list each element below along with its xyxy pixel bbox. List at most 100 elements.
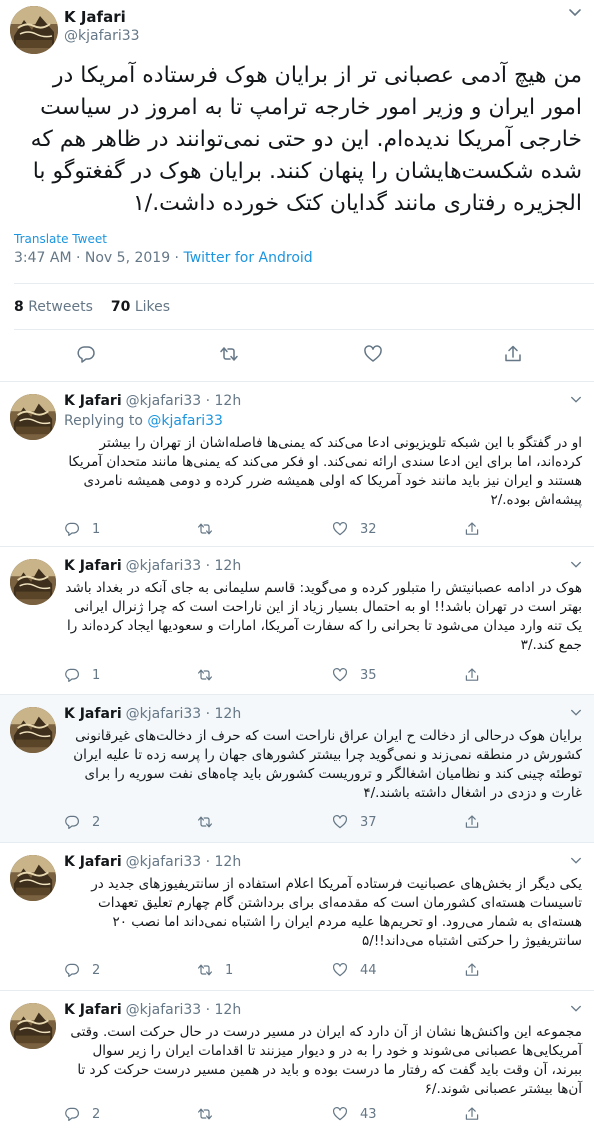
like-button[interactable]: 43	[332, 1104, 377, 1124]
share-button[interactable]	[464, 812, 492, 832]
replying-to: Replying to @kjafari33	[64, 413, 223, 429]
share-button[interactable]	[464, 1104, 492, 1124]
reply-icon	[64, 814, 80, 830]
reply-header: K Jafari @kjafari33 · 12h	[64, 558, 241, 574]
divider	[14, 329, 594, 330]
retweet-button[interactable]	[197, 665, 225, 685]
reply-header: K Jafari @kjafari33 · 12h	[64, 393, 241, 409]
avatar[interactable]	[10, 855, 56, 901]
like-button[interactable]: 35	[332, 665, 377, 685]
share-icon	[464, 962, 480, 978]
reply-tweet[interactable]: K Jafari @kjafari33 · 12h Replying to @kj…	[0, 381, 594, 546]
reply-text: او در گفتگو با این شبکه تلویزیونی ادعا م…	[68, 435, 582, 508]
reply-actions: 1 32	[64, 519, 564, 539]
chevron-down-icon[interactable]	[568, 6, 582, 20]
author-handle[interactable]: @kjafari33 · 12h	[126, 706, 242, 722]
avatar[interactable]	[10, 559, 56, 605]
like-icon	[332, 521, 348, 537]
chevron-down-icon[interactable]	[570, 707, 582, 719]
translate-tweet-link[interactable]: Translate Tweet	[14, 232, 107, 246]
share-icon	[464, 521, 480, 537]
reply-text: برایان هوک درحالی از دخالت ح ایران عراق …	[73, 728, 582, 801]
retweet-button[interactable]: 1	[197, 960, 233, 980]
reply-actions: 2 1 44	[64, 960, 564, 980]
author-name[interactable]: K Jafari	[64, 393, 122, 409]
reply-header: K Jafari @kjafari33 · 12h	[64, 706, 241, 722]
like-icon[interactable]	[363, 344, 383, 364]
reply-tweet[interactable]: K Jafari @kjafari33 · 12h برایان هوک درحا…	[0, 694, 594, 842]
author-name[interactable]: K Jafari	[64, 706, 122, 722]
reply-tweet[interactable]: K Jafari @kjafari33 · 12h یکی دیگر از بخش…	[0, 842, 594, 990]
reply-text: یکی دیگر از بخش‌های عصبانیت فرستاده آمری…	[91, 876, 582, 949]
like-button[interactable]: 37	[332, 812, 377, 832]
like-count: 35	[360, 667, 377, 683]
retweet-icon[interactable]	[219, 344, 239, 364]
author-handle[interactable]: @kjafari33 · 12h	[126, 854, 242, 870]
retweet-icon	[197, 667, 213, 683]
like-button[interactable]: 32	[332, 519, 377, 539]
reply-count: 2	[92, 962, 101, 978]
retweet-icon	[197, 1106, 213, 1122]
author-handle[interactable]: @kjafari33 · 12h	[126, 1002, 242, 1018]
share-icon	[464, 814, 480, 830]
reply-header: K Jafari @kjafari33 · 12h	[64, 1002, 241, 1018]
share-button[interactable]	[464, 665, 492, 685]
reply-actions: 2 37	[64, 812, 564, 832]
share-icon	[464, 1106, 480, 1122]
reply-button[interactable]: 1	[64, 519, 100, 539]
share-icon[interactable]	[503, 344, 523, 364]
reply-count: 2	[92, 1106, 101, 1122]
reply-tweet[interactable]: K Jafari @kjafari33 · 12h مجموعه این واکن…	[0, 990, 594, 1134]
chevron-down-icon[interactable]	[570, 394, 582, 406]
reply-header: K Jafari @kjafari33 · 12h	[64, 854, 241, 870]
retweet-button[interactable]	[197, 1104, 225, 1124]
tweet-text: من هیچ آدمی عصبانی تر از برایان هوک فرست…	[30, 63, 582, 216]
tweet-timestamp[interactable]: 3:47 AM · Nov 5, 2019 ·	[14, 250, 183, 266]
tweet-meta: 3:47 AM · Nov 5, 2019 · Twitter for Andr…	[14, 250, 313, 266]
reply-actions: 1 35	[64, 665, 564, 685]
reply-button[interactable]: 2	[64, 1104, 100, 1124]
author-name[interactable]: K Jafari	[64, 558, 122, 574]
avatar[interactable]	[10, 707, 56, 753]
avatar[interactable]	[10, 6, 58, 54]
replying-to-link[interactable]: @kjafari33	[147, 413, 223, 429]
divider	[14, 283, 594, 284]
retweet-icon	[197, 521, 213, 537]
retweet-count: 1	[225, 962, 234, 978]
tweet-source-link[interactable]: Twitter for Android	[183, 250, 312, 266]
reply-icon	[64, 521, 80, 537]
author-name[interactable]: K Jafari	[64, 8, 126, 26]
like-icon	[332, 667, 348, 683]
reply-text: هوک در ادامه عصبانیتش را متبلور کرده و م…	[65, 580, 582, 653]
retweet-button[interactable]	[197, 812, 225, 832]
like-count: 44	[360, 962, 377, 978]
retweet-icon	[197, 962, 213, 978]
reply-button[interactable]: 2	[64, 960, 100, 980]
chevron-down-icon[interactable]	[570, 855, 582, 867]
avatar[interactable]	[10, 1003, 56, 1049]
reply-icon	[64, 962, 80, 978]
author-name[interactable]: K Jafari	[64, 1002, 122, 1018]
retweets-stat[interactable]: 8 Retweets	[14, 299, 93, 315]
like-icon	[332, 814, 348, 830]
share-button[interactable]	[464, 519, 492, 539]
reply-button[interactable]: 1	[64, 665, 100, 685]
author-handle[interactable]: @kjafari33 · 12h	[126, 558, 242, 574]
retweet-button[interactable]	[197, 519, 225, 539]
author-handle[interactable]: @kjafari33	[64, 28, 140, 44]
author-name[interactable]: K Jafari	[64, 854, 122, 870]
reply-icon[interactable]	[76, 344, 96, 364]
chevron-down-icon[interactable]	[570, 559, 582, 571]
share-button[interactable]	[464, 960, 492, 980]
likes-stat[interactable]: 70 Likes	[111, 299, 170, 315]
like-count: 37	[360, 814, 377, 830]
reply-button[interactable]: 2	[64, 812, 100, 832]
main-tweet: K Jafari @kjafari33 من هیچ آدمی عصبانی ت…	[0, 0, 594, 382]
like-button[interactable]: 44	[332, 960, 377, 980]
main-tweet-actions	[0, 340, 594, 370]
avatar[interactable]	[10, 394, 56, 440]
reply-tweet[interactable]: K Jafari @kjafari33 · 12h هوک در ادامه عص…	[0, 546, 594, 694]
chevron-down-icon[interactable]	[570, 1003, 582, 1015]
author-handle[interactable]: @kjafari33 · 12h	[126, 393, 242, 409]
like-icon	[332, 1106, 348, 1122]
